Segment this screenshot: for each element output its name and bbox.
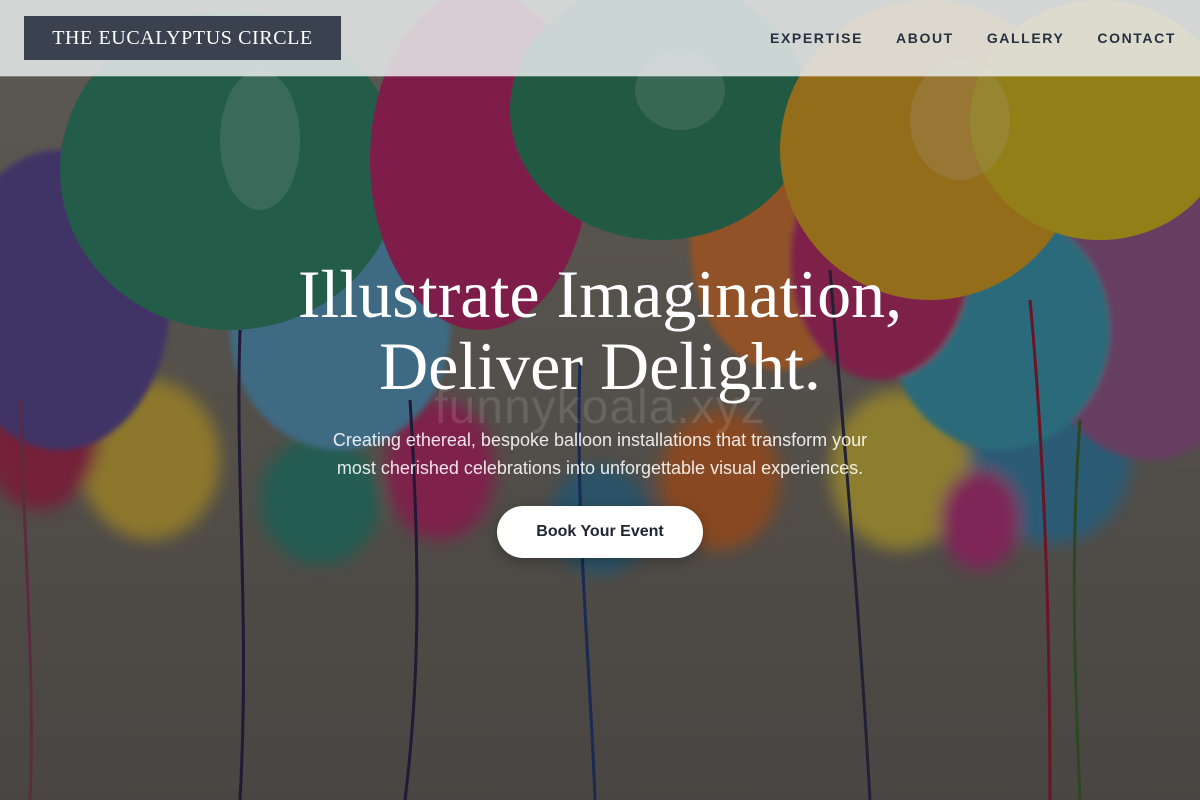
hero-headline-line1: Illustrate Imagination, (297, 256, 903, 332)
top-navbar: THE EUCALYPTUS CIRCLE EXPERTISE ABOUT GA… (0, 0, 1200, 76)
book-event-button[interactable]: Book Your Event (497, 506, 703, 558)
nav-link-gallery[interactable]: GALLERY (987, 30, 1065, 46)
nav-link-expertise[interactable]: EXPERTISE (770, 30, 863, 46)
main-nav: EXPERTISE ABOUT GALLERY CONTACT (770, 0, 1176, 76)
hero-section: Illustrate Imagination, Deliver Delight.… (0, 0, 1200, 800)
nav-link-contact[interactable]: CONTACT (1097, 30, 1176, 46)
hero-subtitle-line1: Creating ethereal, bespoke balloon insta… (332, 430, 868, 450)
brand-logo[interactable]: THE EUCALYPTUS CIRCLE (24, 16, 341, 60)
nav-link-about[interactable]: ABOUT (896, 30, 954, 46)
hero-subtitle-line2: most cherished celebrations into unforge… (336, 458, 864, 478)
hero-subtitle: Creating ethereal, bespoke balloon insta… (0, 426, 1200, 482)
